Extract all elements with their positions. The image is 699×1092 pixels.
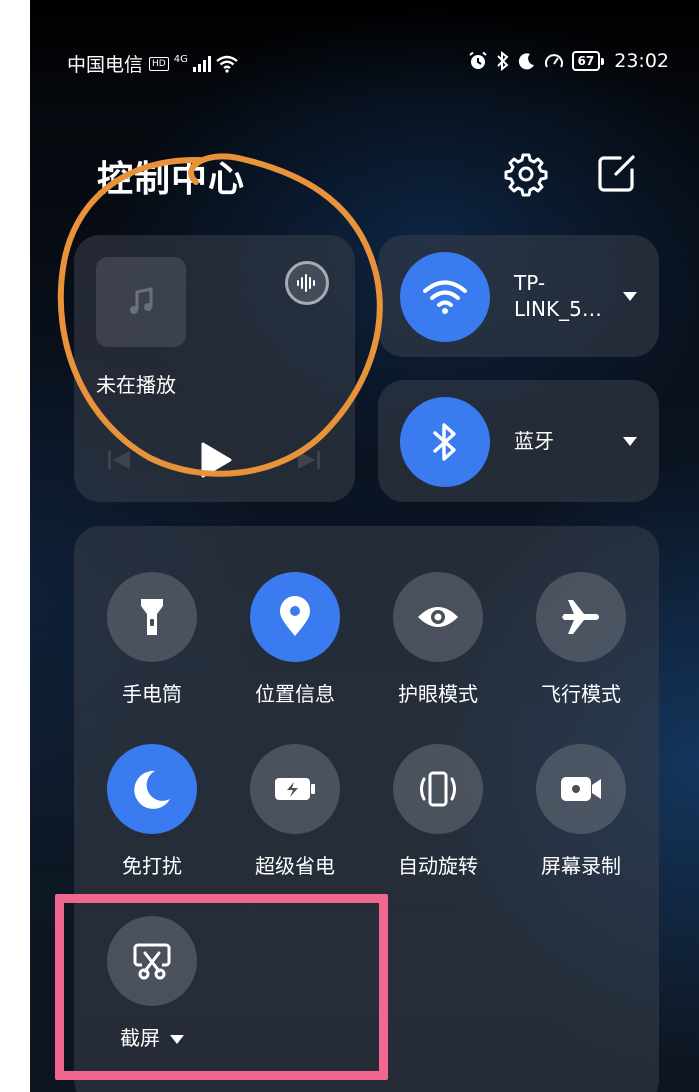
rotate-icon (420, 771, 456, 807)
wifi-status-icon (216, 55, 238, 73)
alarm-icon (468, 51, 487, 69)
edit-icon (598, 155, 635, 192)
edit-button[interactable] (592, 150, 640, 198)
toggle-eye-comfort[interactable]: 护眼模式 (383, 572, 493, 707)
bluetooth-dropdown-icon[interactable] (623, 437, 637, 446)
next-button[interactable] (294, 440, 324, 480)
wifi-dropdown-icon[interactable] (623, 292, 637, 301)
page-title: 控制中心 (97, 159, 246, 200)
toggle-label: 免打扰 (122, 854, 182, 878)
battery-saver-icon (275, 778, 315, 800)
carrier-name: 中国电信 (67, 54, 144, 76)
toggle-screen-record[interactable]: 屏幕录制 (526, 744, 636, 879)
next-icon (298, 451, 320, 469)
airplane-button[interactable] (536, 572, 626, 662)
previous-icon (108, 451, 130, 469)
wifi-toggle[interactable] (400, 252, 490, 342)
screen-record-button[interactable] (536, 744, 626, 834)
auto-rotate-button[interactable] (393, 744, 483, 834)
moon-icon (134, 770, 170, 809)
play-button[interactable] (194, 440, 238, 480)
battery-icon: 67 (571, 51, 604, 71)
toggle-airplane[interactable]: 飞行模式 (526, 572, 636, 707)
eye-icon (418, 607, 458, 627)
toggle-label: 屏幕录制 (541, 854, 621, 878)
settings-button[interactable] (502, 150, 550, 198)
airplane-icon (562, 600, 599, 634)
gear-icon (504, 153, 548, 197)
bluetooth-card[interactable]: 蓝牙 (378, 380, 659, 502)
toggle-label: 飞行模式 (541, 682, 621, 706)
location-icon (280, 596, 310, 636)
flashlight-icon (141, 599, 163, 635)
toggle-flashlight[interactable]: 手电筒 (97, 572, 207, 707)
dnd-status-icon (518, 53, 534, 70)
network-type: 4G (173, 54, 188, 65)
location-button[interactable] (250, 572, 340, 662)
play-icon (201, 442, 232, 478)
media-player-card[interactable]: 未在播放 (74, 235, 355, 502)
toggle-label: 自动旋转 (398, 854, 478, 878)
audio-wave-icon (297, 274, 315, 292)
clock: 23:02 (614, 50, 669, 72)
bluetooth-status-icon (496, 51, 509, 71)
toggle-auto-rotate[interactable]: 自动旋转 (383, 744, 493, 879)
toggle-label: 手电筒 (122, 682, 182, 706)
signal-icon (192, 55, 211, 72)
toggle-label: 护眼模式 (398, 682, 478, 706)
flashlight-button[interactable] (107, 572, 197, 662)
toggle-do-not-disturb[interactable]: 免打扰 (97, 744, 207, 879)
wifi-card[interactable]: TP- LINK_5… (378, 235, 659, 357)
bluetooth-label: 蓝牙 (514, 429, 554, 453)
toggle-battery-saver[interactable]: 超级省电 (240, 744, 350, 879)
wifi-name-line1: TP- (514, 271, 546, 295)
screen-record-icon (561, 777, 601, 801)
album-art (96, 257, 186, 347)
bluetooth-icon (433, 423, 456, 461)
wifi-icon (423, 280, 467, 314)
audio-output-button[interactable] (285, 261, 329, 305)
bluetooth-toggle[interactable] (400, 397, 490, 487)
previous-button[interactable] (104, 440, 134, 480)
carrier-info: 中国电信 HD 4G (67, 50, 238, 77)
playback-status: 未在播放 (96, 373, 176, 397)
speed-icon (544, 54, 563, 68)
wifi-network-name: TP- LINK_5… (514, 270, 602, 322)
eye-comfort-button[interactable] (393, 572, 483, 662)
pink-box-annotation (55, 894, 388, 1080)
status-bar: 中国电信 HD 4G 67 23:02 (30, 0, 699, 125)
battery-saver-button[interactable] (250, 744, 340, 834)
dnd-button[interactable] (107, 744, 197, 834)
toggle-location[interactable]: 位置信息 (240, 572, 350, 707)
status-icons-right: 67 23:02 (468, 50, 669, 72)
hd-badge: HD (149, 56, 169, 71)
toggle-label: 超级省电 (255, 854, 335, 878)
music-note-icon (130, 287, 153, 314)
wifi-name-line2: LINK_5… (514, 297, 602, 321)
toggle-label: 位置信息 (255, 682, 335, 706)
